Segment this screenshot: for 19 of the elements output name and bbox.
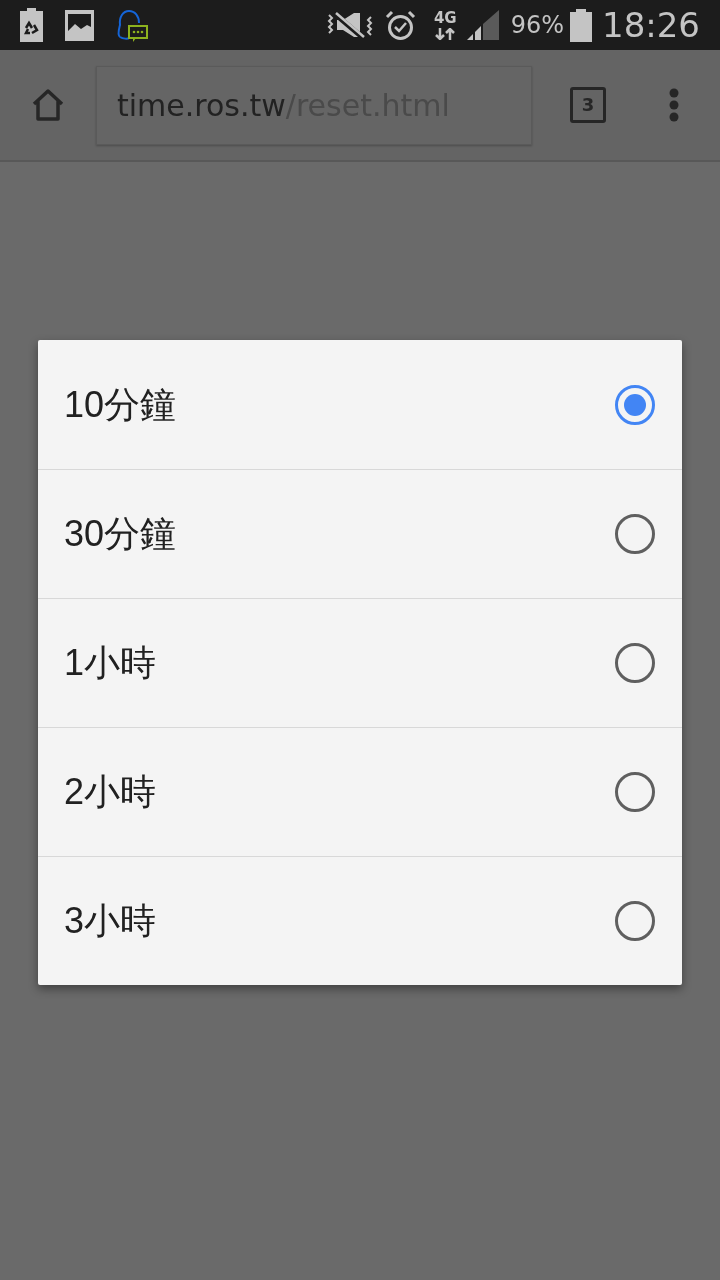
menu-icon[interactable] (669, 88, 679, 122)
data-transfer-icon (435, 27, 456, 40)
vibrate-mute-icon (326, 11, 373, 39)
person-chat-icon (116, 8, 148, 42)
battery-recycle-icon (20, 8, 43, 42)
url-host: time.ros.tw (117, 87, 286, 123)
alarm-clock-icon (384, 9, 416, 41)
clock-time: 18:26 (602, 3, 700, 47)
network-type: 4G (433, 10, 457, 26)
battery-percent: 96% (510, 10, 564, 41)
home-icon (31, 88, 65, 122)
dialog-option[interactable]: 10分鐘 (38, 340, 682, 469)
dialog-option[interactable]: 3小時 (38, 856, 682, 985)
image-icon (65, 9, 94, 41)
dialog-option[interactable]: 1小時 (38, 598, 682, 727)
battery-icon (570, 8, 592, 42)
signal-icon (466, 10, 499, 40)
dialog-option[interactable]: 30分鐘 (38, 469, 682, 598)
dialog-option[interactable]: 2小時 (38, 727, 682, 856)
